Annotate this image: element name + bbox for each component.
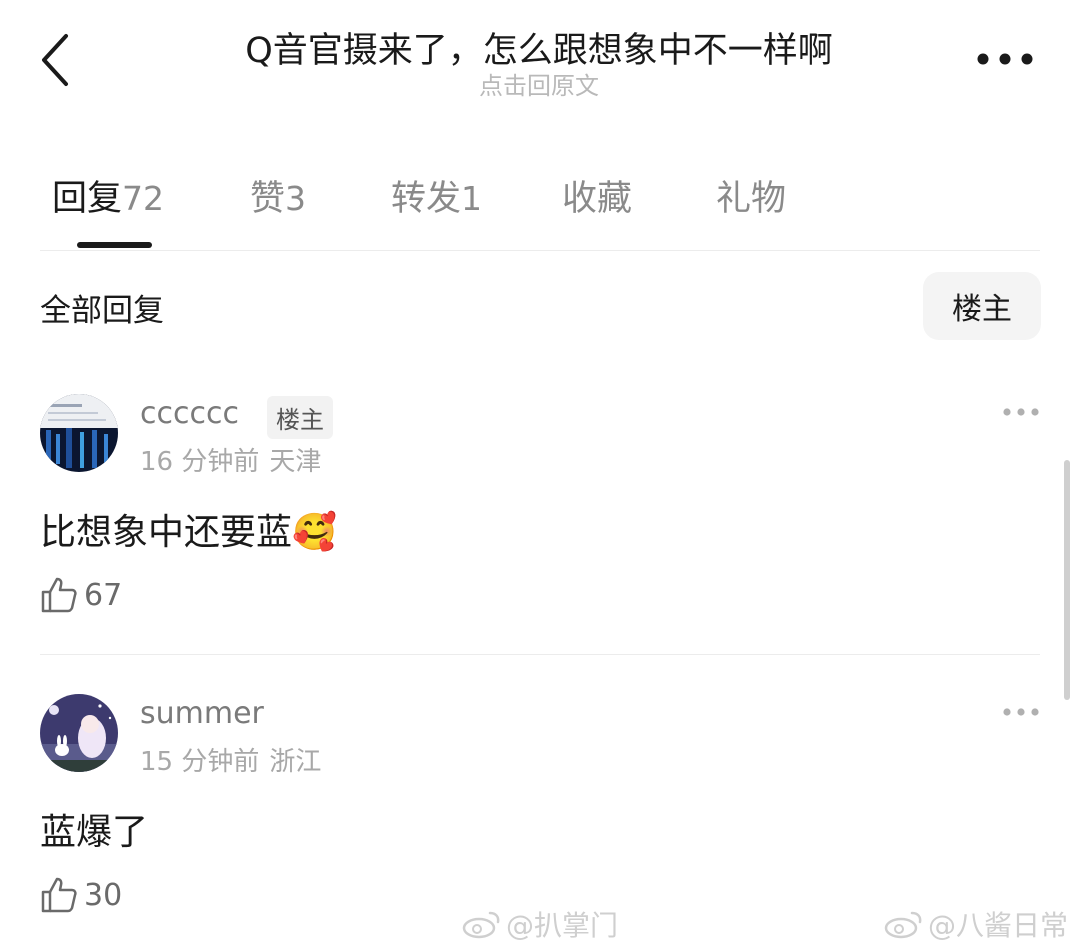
comment-meta: 16 分钟前 天津 (140, 441, 321, 478)
comment-time: 15 分钟前 (140, 747, 260, 777)
comment-body: 蓝爆了 (40, 812, 149, 853)
active-tab-indicator (77, 242, 152, 248)
tabs-divider (40, 250, 1040, 251)
tab-label: 转发 (391, 179, 462, 219)
watermark-text: @八酱日常 (928, 909, 1069, 942)
thumbs-up-icon[interactable] (40, 876, 78, 914)
thumbs-up-icon[interactable] (40, 576, 78, 614)
tab-label: 回复 (52, 179, 123, 219)
avatar-image (40, 694, 118, 772)
comment-location: 浙江 (269, 747, 322, 777)
comment-divider (40, 654, 1040, 655)
tab-gifts[interactable]: 礼物 (716, 170, 786, 221)
comment-text: 蓝爆了 (40, 803, 148, 855)
more-dots-icon[interactable] (1002, 706, 1040, 718)
comment-body: 比想象中还要蓝 (40, 512, 293, 553)
tab-favorites[interactable]: 收藏 (562, 170, 632, 221)
smiling-face-with-hearts-icon: 🥰 (292, 512, 337, 553)
op-badge: 楼主 (267, 396, 333, 439)
tab-count: 3 (285, 179, 307, 218)
username[interactable]: summer (140, 696, 264, 731)
avatar-image (40, 394, 118, 472)
like-count: 67 (84, 578, 123, 613)
tab-reposts[interactable]: 转发1 (391, 170, 482, 221)
tab-replies[interactable]: 回复72 (52, 170, 164, 221)
all-replies-label: 全部回复 (40, 293, 164, 329)
view-original-link[interactable]: 点击回原文 (0, 66, 1078, 101)
watermark-text: @扒掌门 (506, 909, 619, 942)
username[interactable]: cccccc (140, 396, 239, 431)
comment-text: 比想象中还要蓝🥰 (40, 503, 337, 555)
watermark: @扒掌门 (462, 904, 618, 944)
tab-label: 收藏 (562, 179, 633, 219)
more-dots-icon[interactable] (1002, 406, 1040, 418)
tab-count: 1 (461, 179, 483, 218)
watermark: @八酱日常 (884, 904, 1068, 944)
more-dots-icon[interactable] (975, 50, 1035, 68)
comment-meta: 15 分钟前 浙江 (140, 741, 321, 778)
avatar[interactable] (40, 694, 118, 772)
tab-label: 赞 (250, 179, 286, 219)
avatar[interactable] (40, 394, 118, 472)
tab-label: 礼物 (716, 179, 787, 219)
tab-count: 72 (122, 179, 165, 218)
scrollbar[interactable] (1064, 460, 1070, 700)
weibo-logo-icon (884, 911, 922, 939)
like-count: 30 (84, 878, 123, 913)
tab-likes[interactable]: 赞3 (250, 170, 306, 221)
weibo-logo-icon (462, 911, 500, 939)
comment-time: 16 分钟前 (140, 447, 260, 477)
comment-location: 天津 (269, 447, 322, 477)
op-filter-button[interactable]: 楼主 (923, 272, 1041, 340)
